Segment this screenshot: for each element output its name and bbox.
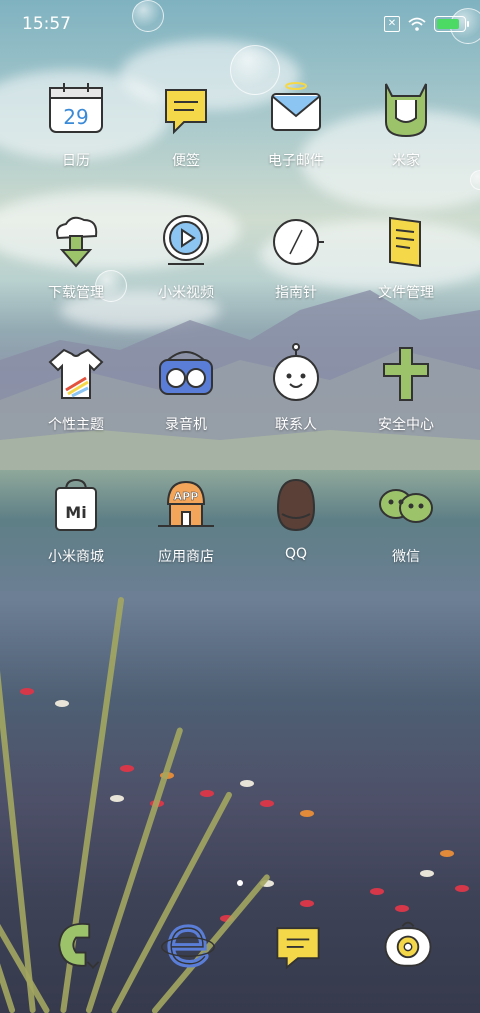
compass-icon <box>273 219 324 265</box>
app-label: 下载管理 <box>48 285 104 301</box>
app-email[interactable]: 电子邮件 <box>241 78 351 170</box>
app-notes[interactable]: 便签 <box>131 78 241 170</box>
app-wechat[interactable]: 微信 <box>351 474 461 566</box>
app-label: 个性主题 <box>48 417 104 433</box>
security-icon <box>383 347 429 401</box>
app-qq[interactable]: QQ <box>241 474 351 562</box>
dock-messages[interactable] <box>243 915 353 975</box>
app-label: 日历 <box>62 153 90 169</box>
mi-store-badge: Mi <box>65 503 86 522</box>
wechat-icon <box>379 489 433 523</box>
camera-icon <box>384 921 432 967</box>
recorder-icon <box>159 351 213 395</box>
app-label: 安全中心 <box>378 417 434 433</box>
phone-icon <box>58 922 100 969</box>
themes-icon <box>48 348 104 399</box>
dock-phone[interactable] <box>23 915 133 975</box>
app-compass[interactable]: 指南针 <box>241 210 351 302</box>
status-bar: 15:57 ✕ <box>0 0 480 52</box>
page-dot-active <box>237 880 243 886</box>
app-calendar[interactable]: 29 日历 <box>21 78 131 170</box>
app-mi-video[interactable]: 小米视频 <box>131 210 241 302</box>
app-label: 米家 <box>392 153 420 169</box>
calendar-icon: 29 <box>49 83 103 133</box>
notes-icon <box>165 89 207 135</box>
app-label: 微信 <box>392 549 420 565</box>
app-label: 文件管理 <box>378 285 434 301</box>
dock-browser[interactable] <box>133 915 243 975</box>
page-indicator <box>0 871 480 890</box>
status-time: 15:57 <box>22 14 71 34</box>
app-store-badge: APP <box>174 490 199 503</box>
file-manager-icon <box>389 216 421 268</box>
wifi-icon <box>408 17 426 31</box>
app-mi-store[interactable]: Mi 小米商城 <box>21 474 131 566</box>
qq-icon <box>276 478 316 532</box>
video-icon <box>163 215 209 265</box>
app-label: 便签 <box>172 153 200 169</box>
mi-store-icon: Mi <box>55 478 97 531</box>
mijia-icon <box>385 83 427 138</box>
app-downloads[interactable]: 下载管理 <box>21 210 131 302</box>
app-contacts[interactable]: 联系人 <box>241 342 351 434</box>
app-app-store[interactable]: APP 应用商店 <box>131 474 241 566</box>
app-label: QQ <box>284 546 308 562</box>
app-label: 录音机 <box>165 417 207 433</box>
messages-icon <box>276 927 320 970</box>
app-themes[interactable]: 个性主题 <box>21 342 131 434</box>
dock-camera[interactable] <box>353 915 463 975</box>
app-label: 指南针 <box>275 285 317 301</box>
app-label: 电子邮件 <box>268 153 324 169</box>
app-label: 联系人 <box>275 417 317 433</box>
app-recorder[interactable]: 录音机 <box>131 342 241 434</box>
app-label: 应用商店 <box>158 549 214 565</box>
dock <box>0 915 480 985</box>
mail-icon <box>271 82 321 131</box>
no-sim-icon: ✕ <box>384 16 400 32</box>
app-label: 小米视频 <box>158 285 214 301</box>
download-icon <box>56 216 98 268</box>
calendar-date: 29 <box>63 105 88 129</box>
browser-icon <box>161 924 215 968</box>
app-mijia[interactable]: 米家 <box>351 78 461 170</box>
app-file-manager[interactable]: 文件管理 <box>351 210 461 302</box>
app-label: 小米商城 <box>48 549 104 565</box>
battery-icon <box>434 16 469 32</box>
app-store-icon: APP <box>158 480 214 527</box>
contacts-icon <box>273 343 319 401</box>
app-security[interactable]: 安全中心 <box>351 342 461 434</box>
